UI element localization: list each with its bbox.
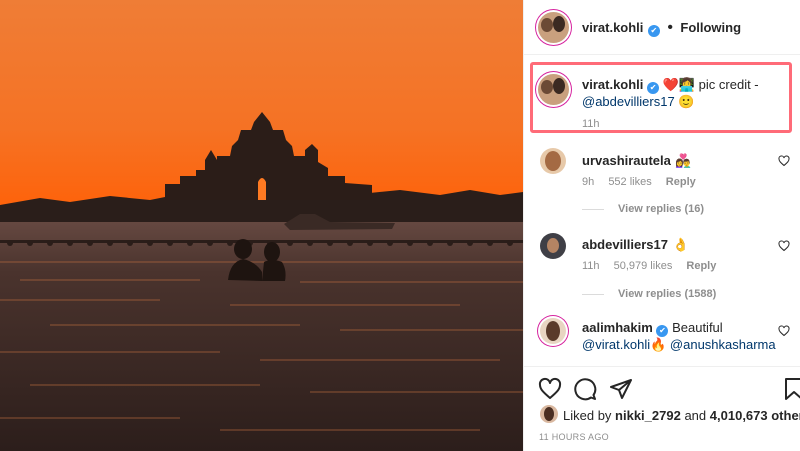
replies-divider [582,208,604,210]
author-avatar[interactable] [538,12,569,43]
heart-icon[interactable] [538,377,562,401]
like-comment-icon[interactable] [778,240,790,252]
post-photo[interactable] [0,0,523,451]
comment-avatar[interactable] [540,148,566,174]
comment-row: urvashirautela 👩‍❤️‍👨 [582,152,692,170]
reply-button[interactable]: Reply [666,176,696,188]
comment-row: abdevilliers17 👌 [582,236,689,254]
comment-username[interactable]: urvashirautela [582,153,671,168]
view-replies-button[interactable]: View replies (16) [582,203,704,215]
comment-mention[interactable]: @virat.kohli [582,337,650,352]
comment-icon[interactable] [573,377,597,401]
comment-emoji: 👩‍❤️‍👨 [675,153,692,168]
comment-avatar[interactable] [540,233,566,259]
caption-username[interactable]: virat.kohli [582,77,643,92]
reply-button[interactable]: Reply [686,260,716,272]
likes-summary: Liked by nikki_2792 and 4,010,673 others [563,408,800,423]
caption-author-avatar[interactable] [538,74,569,105]
action-bar: Liked by nikki_2792 and 4,010,673 others… [524,366,800,451]
following-button[interactable]: Following [680,20,741,35]
comment-emoji: 👌 [672,237,689,252]
caption-mention[interactable]: @abdevilliers17 [582,94,675,109]
like-comment-icon[interactable] [778,155,790,167]
comment-row: aalimhakim ✔ Beautiful @virat.kohli🔥 @an… [582,320,787,353]
comment-time[interactable]: 11h [582,260,600,272]
verified-icon: ✔ [647,25,660,37]
post-timestamp[interactable]: 11 HOURS AGO [539,432,609,442]
verified-icon: ✔ [647,82,660,94]
separator-dot: • [667,19,673,36]
liker-username[interactable]: nikki_2792 [615,408,681,423]
comment-username[interactable]: abdevilliers17 [582,237,668,252]
caption-end-emoji: 🙂 [678,94,695,109]
comment-likes[interactable]: 50,979 likes [614,260,673,272]
comment-meta: 11h 50,979 likes Reply [582,260,727,272]
comment-text: Beautiful [672,320,723,335]
and-label: and [684,408,707,423]
comment-avatar[interactable] [540,318,566,344]
post-header: virat.kohli ✔ • Following [524,0,800,55]
sunset-photo [0,0,523,451]
bookmark-icon[interactable] [782,377,800,401]
fire-emoji: 🔥 [650,337,667,352]
liker-avatar[interactable] [540,405,558,423]
comment-likes[interactable]: 552 likes [608,176,651,188]
like-comment-icon[interactable] [778,325,790,337]
replies-divider [582,293,604,295]
caption-time[interactable]: 11h [582,118,600,130]
caption-emojis: ❤️👩‍💻 [662,77,696,92]
share-icon[interactable] [609,377,633,401]
comment-meta: 9h 552 likes Reply [582,176,707,188]
comment-mention[interactable]: @anushkasharma [670,337,776,352]
view-replies-label: View replies (1588) [618,288,717,300]
comment-time[interactable]: 9h [582,176,594,188]
verified-icon: ✔ [656,325,669,337]
view-replies-button[interactable]: View replies (1588) [582,288,716,300]
caption: virat.kohli ✔ ❤️👩‍💻 pic credit - @abdevi… [582,77,782,110]
liked-by-label: Liked by [563,408,612,423]
caption-text: pic credit - [698,77,759,92]
post-side-panel: virat.kohli ✔ • Following virat.kohli ✔ … [523,0,800,451]
comment-username[interactable]: aalimhakim [582,320,653,335]
others-count[interactable]: 4,010,673 others [710,408,800,423]
author-username[interactable]: virat.kohli [582,20,643,35]
view-replies-label: View replies (16) [618,203,705,215]
